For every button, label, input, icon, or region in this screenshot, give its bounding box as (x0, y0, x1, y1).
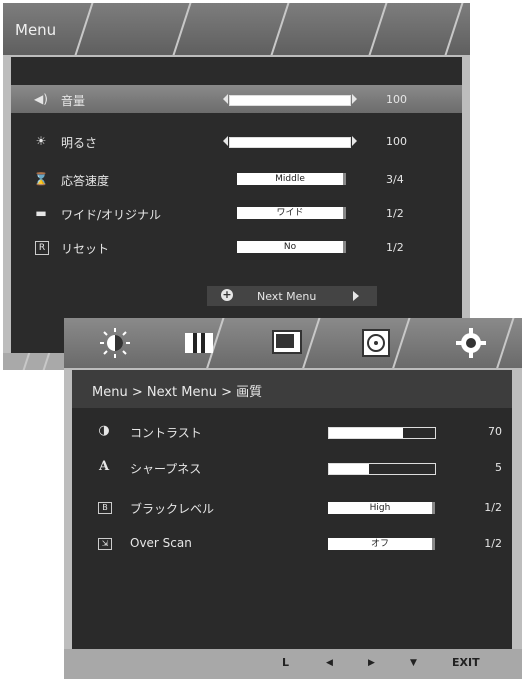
reset-icon: R (35, 241, 49, 255)
black-level-icon: B (98, 502, 112, 514)
sharpness-icon: A (98, 459, 110, 474)
next-menu-button[interactable]: + Next Menu (207, 286, 377, 306)
picture-mode-icon[interactable] (182, 326, 216, 360)
menu-item-value: 100 (386, 135, 407, 148)
menu-item-reset[interactable]: R リセット No 1/2 (11, 233, 462, 261)
option-select[interactable]: Middle (237, 173, 346, 185)
menu-item-label: ワイド/オリジナル (61, 208, 162, 222)
increase-arrow-icon[interactable] (352, 94, 357, 104)
speaker-icon: ◀) (34, 92, 48, 106)
menu-item-label: シャープネス (130, 462, 202, 476)
brightness-slider[interactable] (229, 137, 351, 148)
menu-item-wide-original[interactable]: ▬ ワイド/オリジナル ワイド 1/2 (11, 199, 462, 227)
option-select[interactable]: No (237, 241, 346, 253)
menu-item-label: 応答速度 (61, 174, 110, 188)
menu-item-value: 3/4 (386, 173, 404, 186)
exit-key[interactable]: EXIT (452, 656, 480, 669)
menu-item-label: Over Scan (130, 536, 192, 550)
option-select[interactable]: ワイド (237, 207, 346, 219)
decrease-arrow-icon[interactable] (223, 94, 228, 104)
disc-icon[interactable] (359, 326, 393, 360)
menu-item-contrast[interactable]: ◑ コントラスト 70 (72, 418, 512, 446)
menu-item-value: 1/2 (386, 207, 404, 220)
hourglass-icon: ⌛ (33, 172, 49, 186)
menu-title: Menu (15, 21, 57, 39)
option-select[interactable]: High (328, 502, 435, 514)
menu-item-value: 70 (488, 425, 502, 438)
next-menu-label: Next Menu (257, 290, 317, 303)
menu-item-label: リセット (61, 242, 110, 256)
decrease-arrow-icon[interactable] (223, 136, 228, 146)
volume-slider[interactable] (229, 95, 351, 106)
overscan-icon: ⇲ (98, 538, 112, 550)
contrast-slider[interactable] (328, 427, 436, 439)
breadcrumb: Menu > Next Menu > 画質 (72, 370, 512, 408)
aspect-icon: ▬ (35, 206, 47, 220)
down-key-icon[interactable]: ▼ (410, 658, 417, 668)
brightness-contrast-icon[interactable] (98, 326, 132, 360)
plus-icon: + (221, 288, 233, 301)
breadcrumb-text: Menu > Next Menu > 画質 (92, 385, 263, 400)
sun-icon: ☀ (35, 134, 47, 148)
menu-item-over-scan[interactable]: ⇲ Over Scan オフ 1/2 (72, 530, 512, 558)
menu-item-sharpness[interactable]: A シャープネス 5 (72, 454, 512, 482)
screen-icon[interactable] (270, 326, 304, 360)
menu-item-value: 1/2 (484, 537, 502, 550)
slider-fill (329, 428, 404, 438)
control-footer: L ◀ ▶ ▼ EXIT (64, 649, 522, 679)
left-key-icon[interactable]: ◀ (326, 658, 333, 668)
menu-item-label: ブラックレベル (130, 502, 215, 516)
menu-item-value: 1/2 (484, 501, 502, 514)
back-key[interactable]: L (282, 656, 289, 669)
menu-item-value: 5 (495, 461, 502, 474)
contrast-icon: ◑ (98, 423, 110, 438)
play-arrow-icon (353, 291, 359, 301)
gear-icon[interactable] (454, 326, 488, 360)
menu-title-bar: Menu (3, 3, 470, 55)
option-select[interactable]: オフ (328, 538, 435, 550)
menu-item-value: 100 (386, 93, 407, 106)
menu-item-label: 音量 (61, 94, 86, 108)
menu-item-black-level[interactable]: B ブラックレベル High 1/2 (72, 494, 512, 522)
picture-menu-body: Menu > Next Menu > 画質 ◑ コントラスト 70 A シャープ… (72, 370, 512, 649)
menu-item-value: 1/2 (386, 241, 404, 254)
sharpness-slider[interactable] (328, 463, 436, 475)
tab-icon-bar (64, 318, 522, 368)
menu-body: ◀) 音量 100 ☀ 明るさ 100 ⌛ 応答速度 Middle 3/4 ▬ … (11, 57, 462, 353)
menu-panel-main: Menu ◀) 音量 100 ☀ 明るさ 100 ⌛ 応答速度 Middle 3… (3, 3, 470, 370)
menu-item-response-time[interactable]: ⌛ 応答速度 Middle 3/4 (11, 165, 462, 193)
increase-arrow-icon[interactable] (352, 136, 357, 146)
menu-item-volume[interactable]: ◀) 音量 100 (11, 85, 462, 113)
menu-item-label: 明るさ (61, 136, 98, 150)
menu-item-label: コントラスト (130, 426, 202, 440)
right-key-icon[interactable]: ▶ (368, 658, 375, 668)
menu-panel-picture: Menu > Next Menu > 画質 ◑ コントラスト 70 A シャープ… (64, 318, 522, 679)
slider-fill (329, 464, 370, 474)
menu-item-brightness[interactable]: ☀ 明るさ 100 (11, 127, 462, 155)
